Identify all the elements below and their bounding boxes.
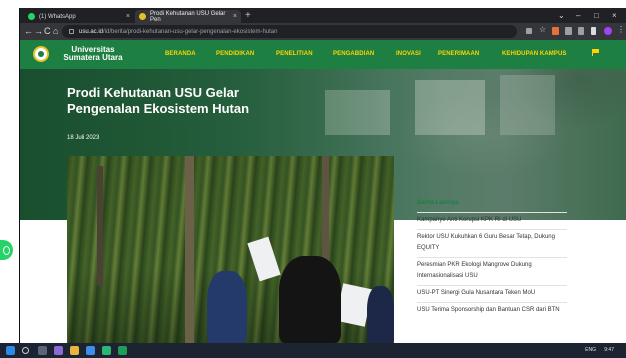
close-tab-icon[interactable]: × — [233, 13, 237, 20]
minimize-button[interactable]: – — [576, 10, 580, 22]
start-button[interactable] — [6, 346, 15, 355]
close-window-button[interactable]: × — [612, 10, 617, 22]
related-news-sidebar: Berita Lainnya Kampanye Anti Korupsi KPK… — [417, 200, 567, 319]
url-path: /id/berita/prodi-kehutanan-usu-gelar-pen… — [103, 28, 278, 35]
window-icon[interactable] — [591, 27, 596, 35]
site-navbar: Universitas Sumatera Utara BERANDA PENDI… — [20, 40, 626, 69]
person-figure — [207, 271, 247, 343]
tab-whatsapp[interactable]: (1) WhatsApp × — [24, 10, 134, 23]
system-tray-language[interactable]: ENG — [585, 347, 596, 353]
news-link[interactable]: USU-PT Sinergi Gula Nusantara Teken MoU — [417, 285, 567, 302]
menu-item-pendidikan[interactable]: PENDIDIKAN — [216, 51, 254, 57]
browser-toolbar: ← → C ⌂ usu.ac.id /id/berita/prodi-kehut… — [20, 23, 626, 40]
sidebar-title: Berita Lainnya — [417, 200, 459, 206]
tab-strip: (1) WhatsApp × Prodi Kehutanan USU Gelar… — [20, 8, 626, 23]
file-explorer-icon[interactable] — [70, 346, 79, 355]
tab-usu-article[interactable]: Prodi Kehutanan USU Gelar Pen × — [135, 10, 241, 23]
url-host: usu.ac.id — [79, 28, 104, 35]
language-flag-icon[interactable] — [592, 49, 600, 56]
windows-taskbar: ENG 9:47 — [0, 343, 626, 358]
tab-title: Prodi Kehutanan USU Gelar Pen — [150, 10, 226, 23]
tree-trunk — [185, 156, 194, 343]
chrome-icon[interactable] — [102, 346, 111, 355]
news-link[interactable]: Kampanye Anti Korupsi KPK RI di USU — [417, 212, 567, 229]
article-title: Prodi Kehutanan USU Gelar Pengenalan Eko… — [67, 85, 250, 116]
news-link[interactable]: USU Terima Sponsorship dan Bantuan CSR d… — [417, 302, 567, 319]
star-icon[interactable]: ☆ — [539, 25, 546, 34]
paper-sheet — [247, 236, 281, 282]
reload-button[interactable]: C — [44, 26, 51, 37]
clock[interactable]: 9:47 — [604, 347, 614, 353]
sidebar-icon[interactable] — [578, 27, 584, 35]
person-figure — [367, 286, 394, 343]
app-icon[interactable] — [118, 346, 127, 355]
article-date: 18 Juli 2023 — [67, 135, 100, 141]
menu-item-inovasi[interactable]: INOVASI — [396, 51, 421, 57]
screen: (1) WhatsApp × Prodi Kehutanan USU Gelar… — [0, 0, 626, 358]
article-photo — [67, 156, 394, 343]
forward-button[interactable]: → — [34, 26, 43, 37]
whatsapp-icon — [28, 13, 35, 20]
task-view-icon[interactable] — [38, 346, 47, 355]
new-tab-button[interactable]: + — [245, 10, 251, 22]
share-icon[interactable] — [526, 28, 532, 34]
menu-icon[interactable]: ⋮ — [617, 25, 625, 34]
lock-icon — [69, 29, 74, 34]
news-link[interactable]: Peresmian PKR Ekologi Mangrove Dukung In… — [417, 257, 567, 285]
usu-favicon-icon — [139, 13, 146, 20]
news-link[interactable]: Rektor USU Kukuhkan 6 Guru Besar Tetap, … — [417, 229, 567, 257]
back-button[interactable]: ← — [24, 26, 33, 37]
close-tab-icon[interactable]: × — [126, 13, 130, 20]
search-icon[interactable] — [22, 347, 29, 354]
menu-item-penerimaan[interactable]: PENERIMAAN — [438, 51, 479, 57]
address-bar[interactable]: usu.ac.id /id/berita/prodi-kehutanan-usu… — [62, 25, 517, 38]
extension-icon[interactable] — [552, 27, 559, 35]
menu-item-beranda[interactable]: BERANDA — [165, 51, 196, 57]
tree-trunk — [97, 166, 103, 286]
browser-window: (1) WhatsApp × Prodi Kehutanan USU Gelar… — [19, 8, 626, 343]
menu-item-pengabdian[interactable]: PENGABDIAN — [333, 51, 374, 57]
menu-item-penelitian[interactable]: PENELITIAN — [276, 51, 313, 57]
app-icon[interactable] — [86, 346, 95, 355]
brand-line-2: Sumatera Utara — [63, 53, 123, 62]
app-icon[interactable] — [54, 346, 63, 355]
usu-logo-icon[interactable] — [33, 46, 49, 62]
person-figure — [279, 256, 341, 343]
puzzle-icon[interactable] — [565, 27, 572, 35]
tab-title: (1) WhatsApp — [39, 13, 76, 20]
web-page: Universitas Sumatera Utara BERANDA PENDI… — [20, 40, 626, 343]
maximize-button[interactable]: □ — [594, 10, 599, 22]
whatsapp-float-button[interactable] — [0, 240, 13, 260]
menu-item-kehidupan-kampus[interactable]: KEHIDUPAN KAMPUS — [502, 51, 567, 57]
profile-icon[interactable] — [604, 27, 612, 35]
tab-search-icon[interactable]: ⌄ — [558, 10, 565, 22]
site-brand[interactable]: Universitas Sumatera Utara — [53, 46, 133, 62]
home-button[interactable]: ⌂ — [53, 26, 58, 37]
